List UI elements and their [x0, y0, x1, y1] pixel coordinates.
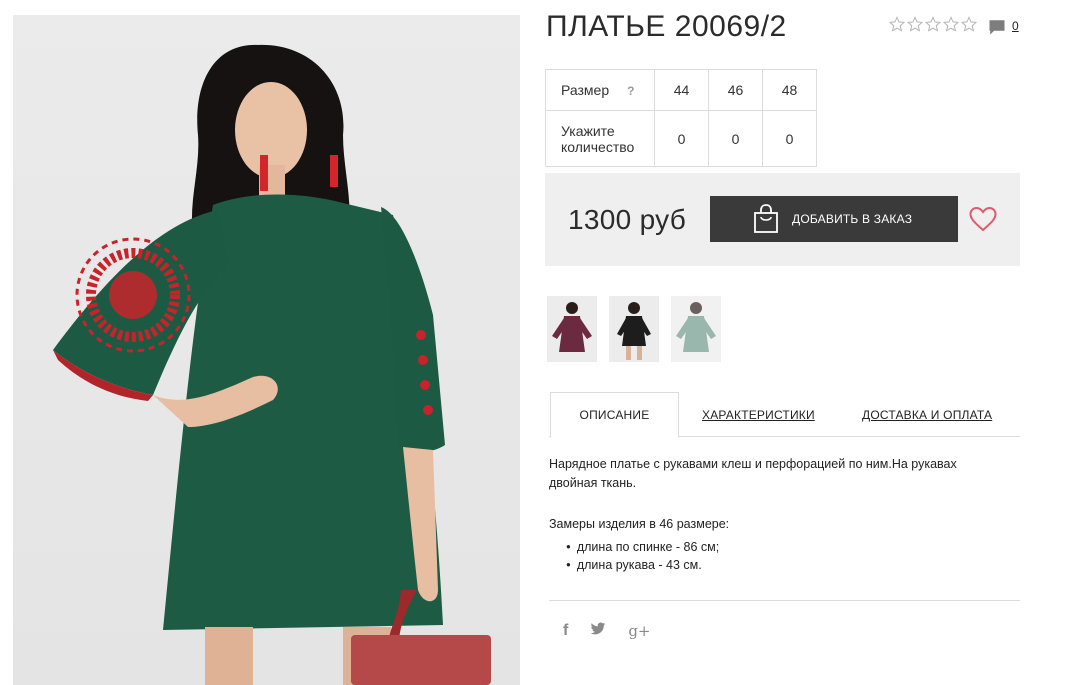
thumbnail-image [617, 302, 651, 360]
product-page: ПЛАТЬЕ 20069/2 0 Размер? 44 46 48 Укажит… [0, 0, 1090, 685]
heart-icon[interactable] [969, 206, 997, 232]
measure-item: длина по спинке - 86 см; [566, 539, 719, 557]
quantity-input-46[interactable]: 0 [708, 110, 763, 167]
tab-delivery[interactable]: ДОСТАВКА И ОПЛАТА [862, 392, 992, 437]
shopping-bag-icon [754, 204, 778, 233]
star-icon[interactable] [925, 16, 941, 32]
twitter-bird-icon [590, 622, 606, 635]
thumbnail-black[interactable] [609, 296, 659, 362]
tab-description[interactable]: ОПИСАНИЕ [550, 392, 679, 438]
quantity-label-cell: Укажите количество [545, 110, 655, 167]
size-hint-icon[interactable]: ? [627, 84, 634, 98]
size-quantity-table: Размер? 44 46 48 Укажите количество 0 0 … [545, 69, 817, 167]
tab-characteristics[interactable]: ХАРАКТЕРИСТИКИ [702, 392, 815, 437]
star-icon[interactable] [889, 16, 905, 32]
star-icon[interactable] [907, 16, 923, 32]
comments-link[interactable]: 0 [988, 18, 1019, 36]
quantity-input-48[interactable]: 0 [762, 110, 817, 167]
size-row: Размер? 44 46 48 [545, 69, 817, 111]
divider [549, 600, 1020, 601]
google-plus-icon[interactable]: g+ [628, 622, 650, 640]
quantity-label-line2: количество [561, 138, 635, 155]
description-text: Нарядное платье с рукавами клеш и перфор… [549, 457, 957, 490]
product-main-photo[interactable] [13, 15, 520, 685]
star-icon[interactable] [961, 16, 977, 32]
size-label-cell: Размер? [545, 69, 655, 111]
measures-title: Замеры изделия в 46 размере: [549, 517, 730, 531]
product-tabs: ОПИСАНИЕ ХАРАКТЕРИСТИКИ ДОСТАВКА И ОПЛАТ… [549, 392, 1020, 438]
size-48: 48 [762, 69, 817, 111]
product-title: ПЛАТЬЕ 20069/2 [546, 10, 787, 43]
social-share: f g+ [563, 622, 651, 640]
star-icon[interactable] [943, 16, 959, 32]
quantity-input-44[interactable]: 0 [654, 110, 709, 167]
thumbnail-burgundy[interactable] [547, 296, 597, 362]
size-46: 46 [708, 69, 763, 111]
measure-item: длина рукава - 43 см. [566, 557, 719, 575]
price: 1300 руб [568, 204, 687, 235]
quantity-row: Укажите количество 0 0 0 [545, 110, 817, 167]
thumbnail-green[interactable] [671, 296, 721, 362]
comment-icon [989, 20, 1005, 35]
quantity-label-line1: Укажите [561, 122, 615, 139]
twitter-icon[interactable] [590, 622, 606, 640]
dress-model-illustration [53, 44, 491, 685]
size-44: 44 [654, 69, 709, 111]
rating-stars[interactable] [889, 16, 977, 32]
comment-count[interactable]: 0 [1012, 19, 1019, 33]
buy-box: 1300 руб ДОБАВИТЬ В ЗАКАЗ [545, 173, 1020, 266]
size-label: Размер [561, 82, 610, 98]
thumbnail-strip [547, 296, 721, 362]
thumbnail-image [552, 302, 592, 352]
measures-list: длина по спинке - 86 см; длина рукава - … [566, 539, 719, 575]
facebook-icon[interactable]: f [563, 622, 568, 640]
add-to-order-button[interactable]: ДОБАВИТЬ В ЗАКАЗ [710, 196, 958, 242]
add-to-order-label: ДОБАВИТЬ В ЗАКАЗ [792, 212, 913, 226]
thumbnail-image [676, 302, 716, 352]
